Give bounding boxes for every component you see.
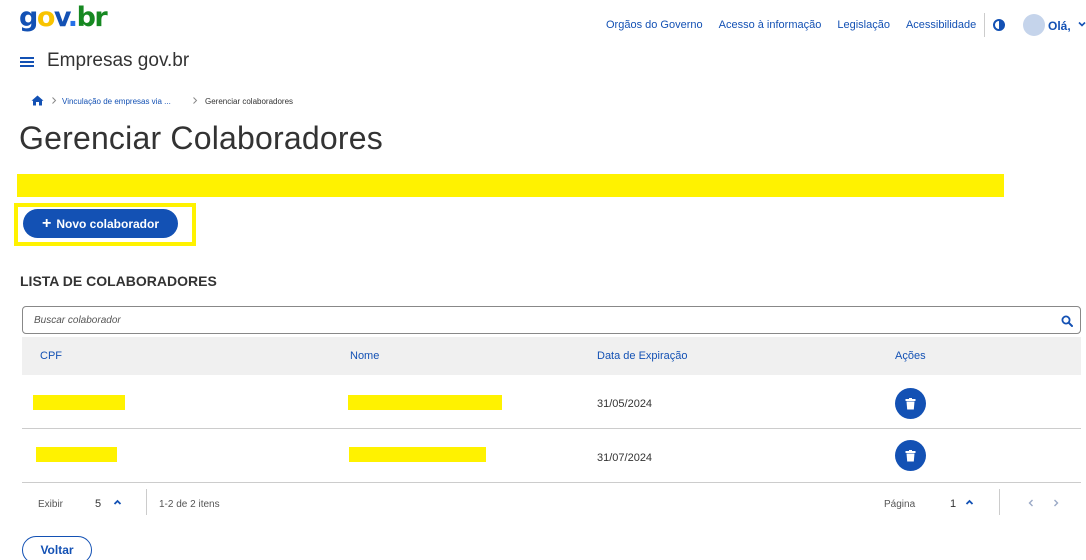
breadcrumb-item-vinculacao[interactable]: Vinculação de empresas via ... <box>62 97 171 106</box>
new-collaborator-button[interactable]: + Novo colaborador <box>23 209 178 238</box>
expiration-date: 31/05/2024 <box>597 398 653 410</box>
nav-link-orgaos[interactable]: Orgãos do Governo <box>606 19 703 31</box>
chevron-left-icon[interactable] <box>1027 498 1035 508</box>
plus-icon: + <box>41 214 52 232</box>
search-box <box>22 306 1081 334</box>
column-header-nome[interactable]: Nome <box>350 350 379 362</box>
breadcrumb-item-current: Gerenciar colaboradores <box>205 97 294 106</box>
contrast-icon[interactable] <box>993 19 1005 31</box>
items-range: 1-2 de 2 itens <box>159 499 220 510</box>
chevron-up-icon[interactable] <box>965 498 974 507</box>
app-title: Empresas gov.br <box>47 50 190 71</box>
nav-link-legislacao[interactable]: Legislação <box>837 19 890 31</box>
column-header-expiration[interactable]: Data de Expiração <box>597 350 688 362</box>
items-per-page-label: Exibir <box>38 499 64 510</box>
chevron-up-icon[interactable] <box>113 498 122 507</box>
search-input[interactable] <box>23 307 1023 333</box>
pagination: Exibir 5 1-2 de 2 itens Página 1 <box>22 483 1081 523</box>
table-row: 31/05/2024 <box>22 376 1081 429</box>
redacted-cpf <box>36 447 117 462</box>
expiration-date: 31/07/2024 <box>597 452 653 464</box>
chevron-down-icon[interactable] <box>1078 20 1086 28</box>
delete-button[interactable] <box>895 388 926 419</box>
page-label: Página <box>884 499 916 510</box>
column-header-actions: Ações <box>895 350 926 362</box>
trash-icon <box>905 397 916 409</box>
redacted-name <box>348 395 502 410</box>
menu-icon[interactable] <box>20 56 34 68</box>
nav-link-acesso-informacao[interactable]: Acesso à informação <box>719 19 822 31</box>
top-navigation: Orgãos do Governo Acesso à informação Le… <box>606 19 992 31</box>
section-title: LISTA DE COLABORADORES <box>20 273 217 289</box>
page-select[interactable]: 1 <box>950 498 956 510</box>
table-header: CPF Nome Data de Expiração Ações <box>22 337 1081 375</box>
chevron-right-icon <box>52 97 57 104</box>
new-collaborator-label: Novo colaborador <box>56 216 160 231</box>
table-row: 31/07/2024 <box>22 430 1081 483</box>
pagination-divider <box>999 489 1000 515</box>
redacted-name <box>349 447 486 462</box>
redacted-cpf <box>33 395 125 410</box>
user-greeting[interactable]: Olá, <box>1048 19 1071 33</box>
govbr-logo[interactable]: gov.br <box>19 3 108 33</box>
nav-divider <box>984 13 985 37</box>
home-icon[interactable] <box>31 95 44 106</box>
pagination-divider <box>146 489 147 515</box>
search-icon[interactable] <box>1061 315 1073 327</box>
trash-icon <box>905 449 916 461</box>
delete-button[interactable] <box>895 440 926 471</box>
avatar[interactable] <box>1023 14 1045 36</box>
redacted-highlight <box>17 174 1004 197</box>
chevron-right-icon[interactable] <box>1052 498 1060 508</box>
items-per-page-select[interactable]: 5 <box>95 498 101 510</box>
column-header-cpf[interactable]: CPF <box>40 350 62 362</box>
back-button[interactable]: Voltar <box>22 536 92 560</box>
page-title: Gerenciar Colaboradores <box>19 120 383 156</box>
nav-link-acessibilidade[interactable]: Acessibilidade <box>906 19 976 31</box>
chevron-right-icon <box>193 97 198 104</box>
